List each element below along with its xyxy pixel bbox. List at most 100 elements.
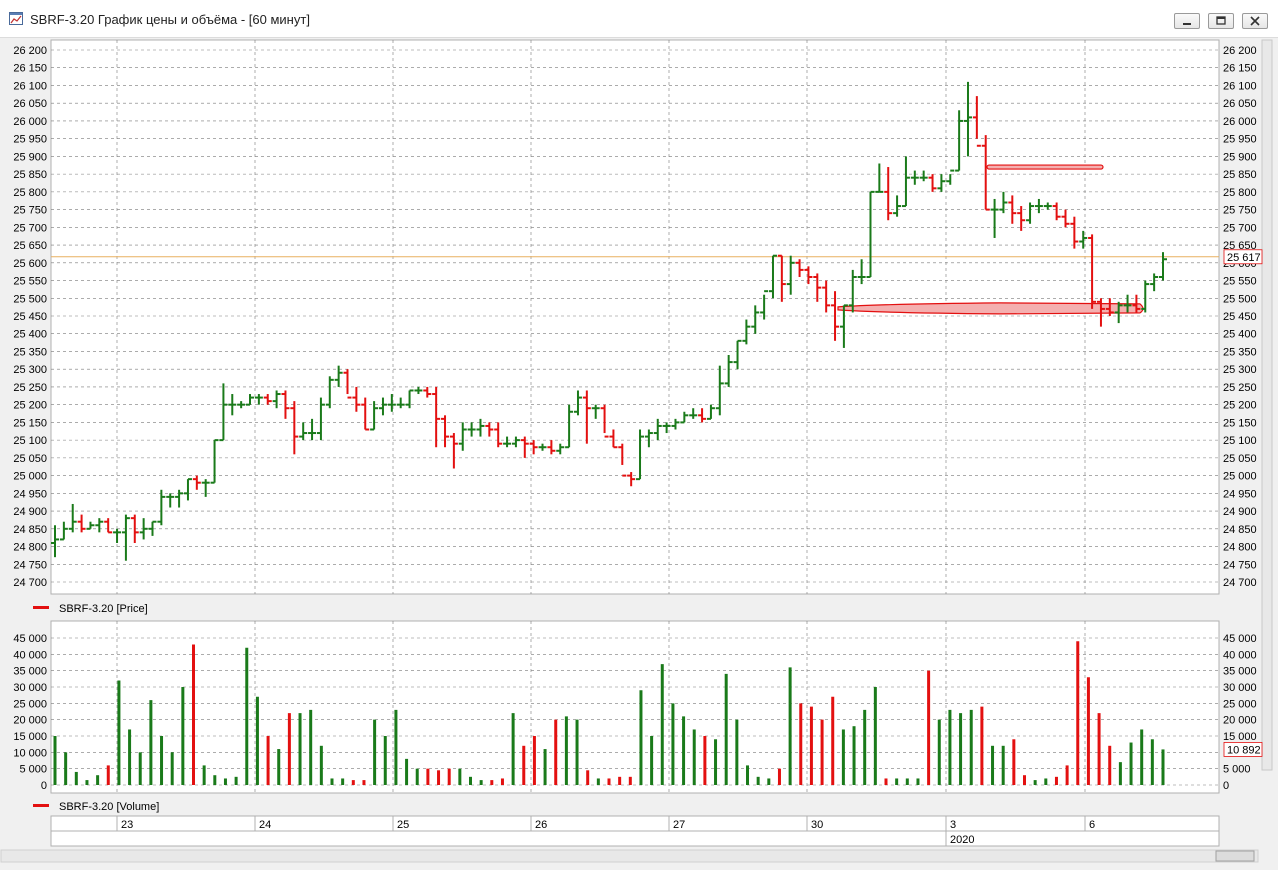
price-tick-left: 26 000 xyxy=(13,116,47,128)
price-tick-left: 25 600 xyxy=(13,258,47,270)
window-titlebar: SBRF-3.20 График цены и объёма - [60 мин… xyxy=(0,0,1278,38)
volume-tick-right: 0 xyxy=(1223,780,1229,792)
date-label: 26 xyxy=(535,819,547,831)
volume-tick-right: 35 000 xyxy=(1223,666,1257,678)
date-label: 24 xyxy=(259,819,271,831)
price-legend-label: SBRF-3.20 [Price] xyxy=(59,603,148,615)
volume-tick-right: 5 000 xyxy=(1223,764,1251,776)
price-legend-swatch xyxy=(33,606,49,609)
last-volume-label: 10 892 xyxy=(1227,744,1261,756)
close-icon xyxy=(1250,16,1260,26)
minimize-button[interactable] xyxy=(1174,13,1200,29)
restore-button[interactable] xyxy=(1208,13,1234,29)
price-tick-right: 26 050 xyxy=(1223,98,1257,110)
price-tick-left: 26 100 xyxy=(13,80,47,92)
price-tick-left: 24 750 xyxy=(13,559,47,571)
price-tick-left: 25 050 xyxy=(13,453,47,465)
price-tick-left: 25 300 xyxy=(13,364,47,376)
price-tick-right: 25 550 xyxy=(1223,276,1257,288)
chart-canvas: 26 200 26 200 26 150 26 150 26 100 26 100 26 0… xyxy=(0,38,1278,870)
price-tick-right: 25 350 xyxy=(1223,346,1257,358)
price-tick-left: 25 250 xyxy=(13,382,47,394)
price-tick-left: 25 850 xyxy=(13,169,47,181)
volume-tick-left: 0 xyxy=(41,780,47,792)
date-label: 23 xyxy=(121,819,133,831)
price-tick-right: 25 000 xyxy=(1223,471,1257,483)
volume-tick-left: 20 000 xyxy=(13,715,47,727)
volume-tick-right: 25 000 xyxy=(1223,698,1257,710)
volume-tick-right: 20 000 xyxy=(1223,715,1257,727)
date-label: 25 xyxy=(397,819,409,831)
price-tick-right: 24 950 xyxy=(1223,488,1257,500)
date-label: 6 xyxy=(1089,819,1095,831)
price-tick-right: 25 900 xyxy=(1223,151,1257,163)
price-tick-left: 25 700 xyxy=(13,222,47,234)
price-tick-right: 25 100 xyxy=(1223,435,1257,447)
price-tick-right: 26 000 xyxy=(1223,116,1257,128)
price-tick-left: 26 150 xyxy=(13,63,47,75)
price-tick-left: 24 950 xyxy=(13,488,47,500)
price-tick-left: 25 550 xyxy=(13,276,47,288)
volume-tick-left: 15 000 xyxy=(13,731,47,743)
price-tick-left: 25 100 xyxy=(13,435,47,447)
sell-level-marker xyxy=(986,164,1104,170)
price-tick-left: 24 700 xyxy=(13,577,47,589)
price-tick-left: 25 950 xyxy=(13,134,47,146)
restore-icon xyxy=(1216,16,1226,25)
volume-tick-left: 5 000 xyxy=(19,764,47,776)
volume-tick-left: 10 000 xyxy=(13,747,47,759)
price-tick-left: 25 400 xyxy=(13,329,47,341)
price-tick-right: 24 850 xyxy=(1223,524,1257,536)
price-tick-right: 25 450 xyxy=(1223,311,1257,323)
price-tick-right: 25 150 xyxy=(1223,417,1257,429)
price-tick-right: 26 100 xyxy=(1223,80,1257,92)
price-tick-right: 24 900 xyxy=(1223,506,1257,518)
volume-tick-left: 35 000 xyxy=(13,666,47,678)
last-price-label: 25 617 xyxy=(1227,252,1261,264)
volume-legend-swatch xyxy=(33,804,49,807)
price-tick-left: 24 900 xyxy=(13,506,47,518)
year-label: 2020 xyxy=(950,834,974,846)
price-tick-right: 26 200 xyxy=(1223,45,1257,57)
price-tick-left: 26 050 xyxy=(13,98,47,110)
price-tick-left: 25 900 xyxy=(13,151,47,163)
volume-tick-left: 25 000 xyxy=(13,698,47,710)
chart-app-icon xyxy=(9,12,23,25)
price-tick-left: 25 150 xyxy=(13,417,47,429)
price-tick-right: 25 850 xyxy=(1223,169,1257,181)
price-tick-left: 25 650 xyxy=(13,240,47,252)
price-tick-right: 25 750 xyxy=(1223,205,1257,217)
price-tick-left: 25 200 xyxy=(13,400,47,412)
volume-tick-right: 40 000 xyxy=(1223,649,1257,661)
volume-legend-label: SBRF-3.20 [Volume] xyxy=(59,801,159,813)
price-tick-right: 26 150 xyxy=(1223,63,1257,75)
minimize-icon xyxy=(1183,23,1191,25)
price-tick-right: 24 800 xyxy=(1223,542,1257,554)
price-tick-right: 25 300 xyxy=(1223,364,1257,376)
vertical-scrollbar[interactable] xyxy=(1261,39,1273,771)
price-tick-right: 25 500 xyxy=(1223,293,1257,305)
buy-level-marker xyxy=(837,302,1144,315)
date-label: 3 xyxy=(950,819,956,831)
price-tick-right: 25 050 xyxy=(1223,453,1257,465)
volume-pane xyxy=(50,620,1220,794)
price-tick-right: 25 200 xyxy=(1223,400,1257,412)
price-tick-left: 25 500 xyxy=(13,293,47,305)
close-button[interactable] xyxy=(1242,13,1268,29)
price-tick-left: 26 200 xyxy=(13,45,47,57)
volume-tick-right: 45 000 xyxy=(1223,633,1257,645)
price-tick-right: 25 250 xyxy=(1223,382,1257,394)
volume-tick-left: 45 000 xyxy=(13,633,47,645)
price-tick-left: 25 000 xyxy=(13,471,47,483)
price-tick-left: 24 850 xyxy=(13,524,47,536)
date-label: 27 xyxy=(673,819,685,831)
volume-tick-left: 30 000 xyxy=(13,682,47,694)
window-title: SBRF-3.20 График цены и объёма - [60 мин… xyxy=(30,12,310,27)
price-tick-left: 24 800 xyxy=(13,542,47,554)
horizontal-scrollbar[interactable] xyxy=(0,849,1259,863)
price-tick-right: 25 700 xyxy=(1223,222,1257,234)
scroll-thumb[interactable] xyxy=(1215,850,1255,862)
price-tick-left: 25 450 xyxy=(13,311,47,323)
date-label: 30 xyxy=(811,819,823,831)
price-tick-right: 25 800 xyxy=(1223,187,1257,199)
